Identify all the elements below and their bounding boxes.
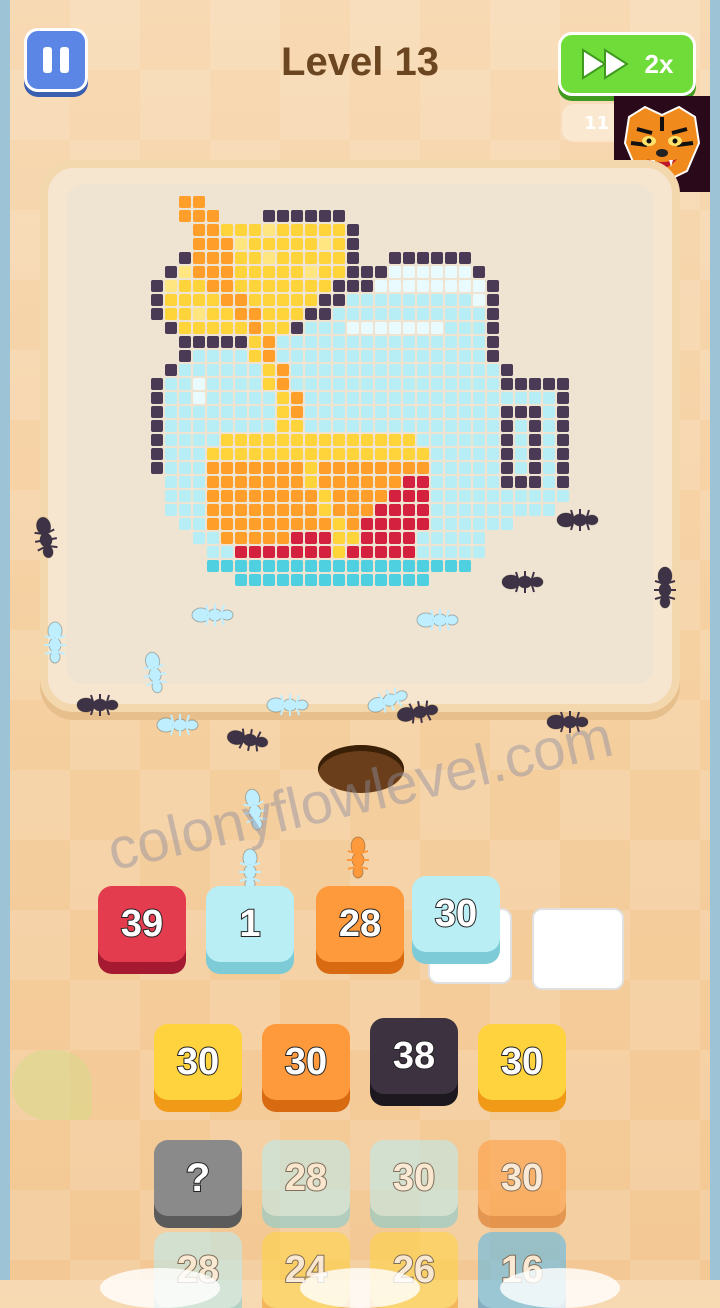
grid-tile[interactable]: 30 xyxy=(154,1024,242,1100)
mystery-tile[interactable]: ? xyxy=(154,1140,242,1216)
tile-value: 38 xyxy=(392,1034,436,1078)
grid-tile[interactable]: 30 xyxy=(478,1024,566,1100)
slot-value: 28 xyxy=(338,902,382,946)
grid-tile[interactable]: 30 xyxy=(370,1140,458,1216)
tile-value: 30 xyxy=(284,1040,328,1084)
bottom-shelf xyxy=(0,1248,720,1308)
slot-value: 1 xyxy=(238,902,261,946)
grid-tile[interactable]: 30 xyxy=(478,1140,566,1216)
slot-empty[interactable] xyxy=(532,908,624,990)
tile-value: 30 xyxy=(392,1156,436,1200)
tile-value: 30 xyxy=(500,1040,544,1084)
tile-value: 28 xyxy=(284,1156,328,1200)
slot-tile-3[interactable]: 28 xyxy=(316,886,404,962)
slot-value: 39 xyxy=(120,902,164,946)
tile-value: ? xyxy=(185,1155,211,1201)
tile-value: 30 xyxy=(500,1156,544,1200)
slot-tile-2[interactable]: 1 xyxy=(206,886,294,962)
grid-tile[interactable]: 28 xyxy=(262,1140,350,1216)
collection-slots: 39 1 28 30 xyxy=(98,876,628,990)
grid-tile[interactable]: 38 xyxy=(370,1018,458,1094)
slot-tile-4[interactable]: 30 xyxy=(412,876,500,952)
tile-value: 30 xyxy=(176,1040,220,1084)
leaf-decoration xyxy=(12,1050,92,1120)
slot-tile-1[interactable]: 39 xyxy=(98,886,186,962)
slot-value: 30 xyxy=(434,892,478,936)
grid-tile[interactable]: 30 xyxy=(262,1024,350,1100)
